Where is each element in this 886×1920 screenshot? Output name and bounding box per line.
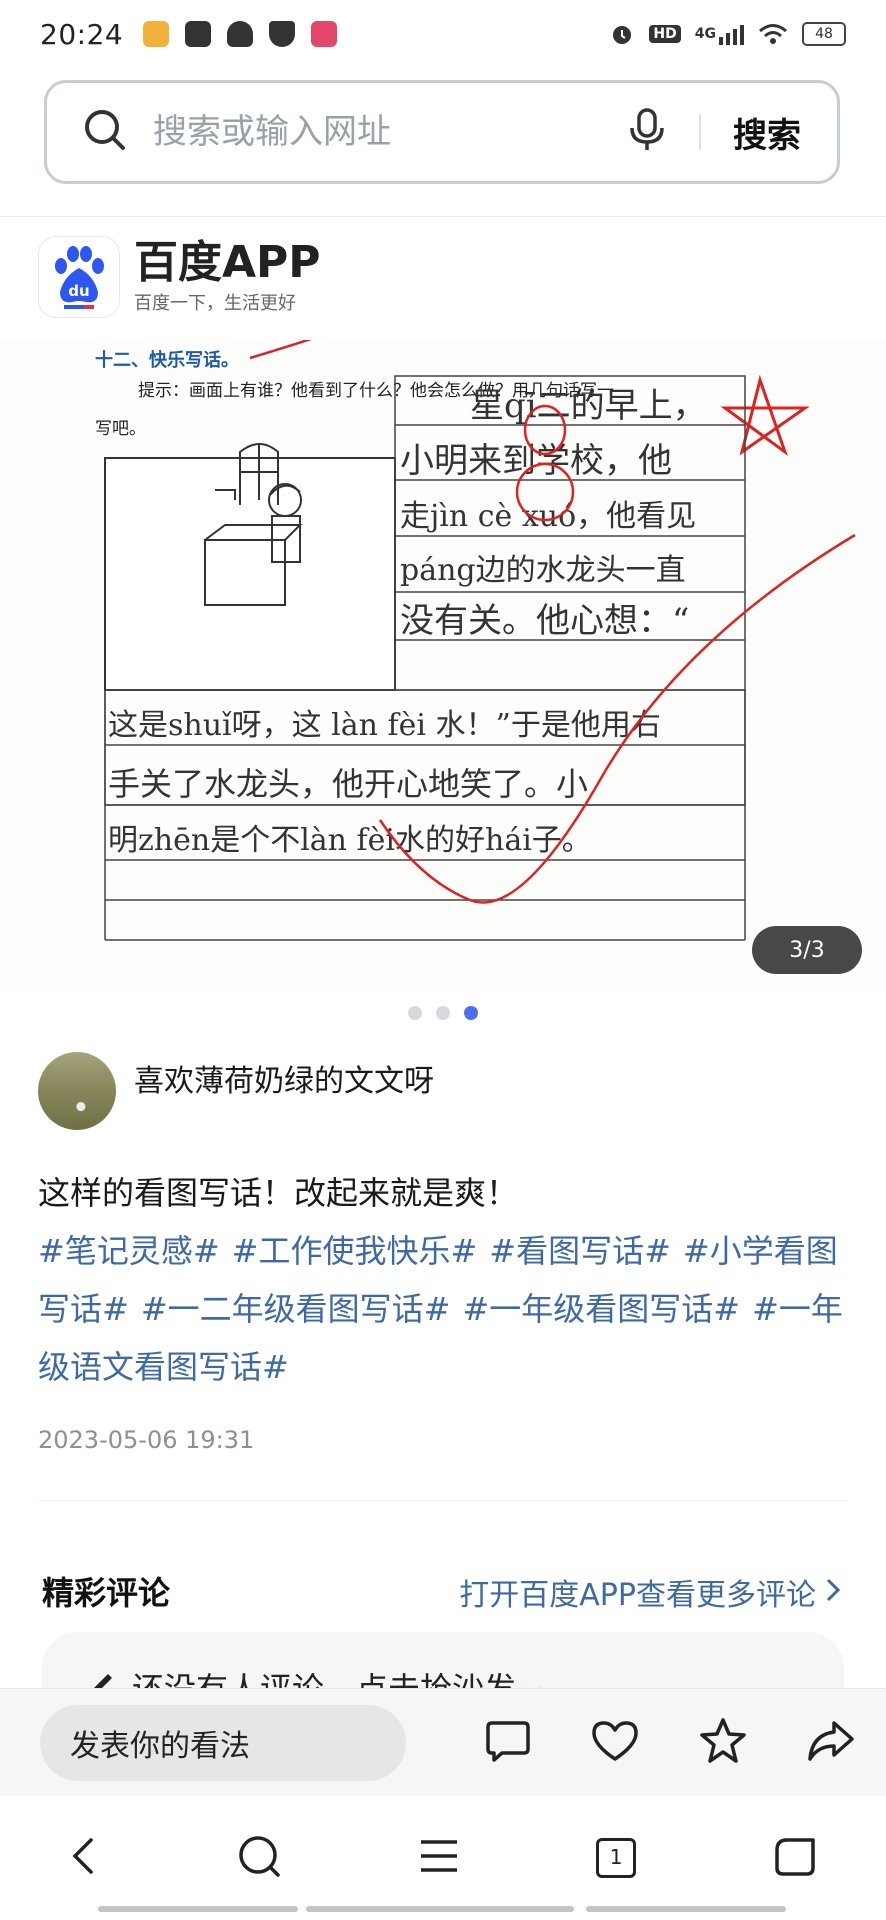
carousel-dot[interactable] [408, 1006, 422, 1020]
back-icon[interactable] [69, 1836, 99, 1880]
bottom-action-bar: 发表你的看法 [0, 1688, 886, 1797]
comment-input[interactable]: 发表你的看法 [40, 1705, 406, 1781]
gesture-bar [98, 1906, 298, 1912]
avatar[interactable] [38, 1052, 116, 1130]
handwriting-line: páng边的水龙头一直 [400, 553, 686, 588]
handwriting-line: 小明来到学校，他 [400, 441, 672, 481]
worksheet-heading: 十二、快乐写话。 [95, 349, 239, 371]
worksheet-picture [104, 457, 396, 691]
search-icon [83, 108, 127, 156]
svg-text:du: du [68, 282, 89, 300]
author-row[interactable]: 喜欢薄荷奶绿的文文呀 [38, 1052, 434, 1130]
hashtag-link[interactable]: #笔记灵感# [38, 1232, 220, 1270]
worksheet-photo: 十二、快乐写话。 提示：画面上有谁？他看到了什么？他会怎么做？用几句话写一 写吧… [0, 340, 886, 990]
comment-icon[interactable] [484, 1719, 532, 1767]
hashtag-link[interactable]: #一二年级看图写话# [141, 1290, 451, 1328]
baidu-app-header[interactable]: du 百度APP 百度一下，生活更好 [38, 236, 321, 318]
author-name[interactable]: 喜欢薄荷奶绿的文文呀 [134, 1056, 434, 1100]
signal-icon: 4G [695, 23, 744, 45]
system-icons: HD 4G 48 [609, 21, 846, 47]
brand-name: 百度APP [134, 237, 321, 288]
gesture-bar [586, 1906, 786, 1912]
handwriting-line: 走jìn cè xuó，他看见 [400, 499, 696, 534]
alarm-icon [609, 21, 635, 47]
search-divider [699, 114, 701, 150]
gesture-bar [306, 1906, 574, 1912]
post-tags: #笔记灵感# #工作使我快乐# #看图写话# #小学看图写话# #一二年级看图写话# #一… [38, 1222, 852, 1396]
like-icon[interactable] [590, 1719, 640, 1767]
app-icon-4 [269, 21, 296, 47]
hd-icon: HD [649, 25, 681, 43]
network-type: 4G [694, 26, 716, 42]
brand-slogan: 百度一下，生活更好 [134, 293, 296, 314]
app-icon-3 [227, 21, 254, 47]
handwriting-line: 没有关。他心想：“ [400, 601, 689, 641]
post-image-carousel[interactable]: 十二、快乐写话。 提示：画面上有谁？他看到了什么？他会怎么做？用几句话写一 写吧… [0, 340, 886, 990]
home-icon[interactable] [773, 1834, 817, 1882]
search-bar[interactable]: 搜索 [44, 80, 840, 184]
handwriting-line: 手关了水龙头，他开心地笑了。小 [108, 765, 588, 803]
wifi-icon [758, 23, 788, 45]
baidu-logo-icon: du [38, 236, 120, 318]
handwriting-line: 明zhēn是个不làn fèi水的好hái子。 [108, 823, 592, 858]
app-icon-2 [185, 21, 212, 47]
handwriting-line: 这是shuǐ呀，这 làn fèi 水！”于是他用右 [108, 708, 661, 743]
hashtag-link[interactable]: #一年级看图写话# [462, 1290, 740, 1328]
tab-count: 1 [609, 1845, 623, 1869]
app-icon-1 [143, 21, 170, 47]
hashtag-link[interactable]: #看图写话# [489, 1232, 671, 1270]
microphone-icon[interactable] [627, 108, 667, 156]
status-bar: 20:24 HD 4G 48 [0, 0, 886, 68]
carousel-page-indicator: 3/3 [752, 926, 862, 974]
app-icon-5 [311, 21, 338, 47]
divider [0, 216, 886, 217]
post-text: 这样的看图写话！改起来就是爽！ [38, 1174, 519, 1212]
menu-icon[interactable] [419, 1838, 459, 1878]
share-icon[interactable] [806, 1719, 856, 1767]
search-icon[interactable] [236, 1833, 282, 1883]
browser-nav-bar: 1 [0, 1796, 886, 1920]
search-input[interactable] [151, 111, 555, 153]
carousel-dots [0, 1006, 886, 1020]
tabs-icon[interactable]: 1 [596, 1838, 637, 1878]
status-time: 20:24 [40, 17, 124, 51]
post-date: 2023-05-06 19:31 [38, 1426, 255, 1454]
carousel-dot[interactable] [436, 1006, 450, 1020]
favorite-icon[interactable] [698, 1717, 748, 1769]
battery-level: 48 [815, 26, 833, 42]
chevron-right-icon [826, 1575, 841, 1610]
comments-title: 精彩评论 [42, 1574, 171, 1612]
divider [38, 1500, 848, 1501]
battery-icon: 48 [802, 22, 846, 46]
worksheet-prompt-line2: 写吧。 [95, 419, 146, 439]
open-app-more-comments-link[interactable]: 打开百度APP查看更多评论 [459, 1570, 841, 1614]
carousel-dot-active[interactable] [464, 1006, 478, 1020]
notification-icons [143, 21, 338, 47]
more-comments-label: 打开百度APP查看更多评论 [459, 1578, 816, 1613]
handwriting-line: 星qī二的早上， [470, 386, 707, 426]
search-button[interactable]: 搜索 [733, 108, 801, 157]
hashtag-link[interactable]: #工作使我快乐# [232, 1232, 478, 1270]
